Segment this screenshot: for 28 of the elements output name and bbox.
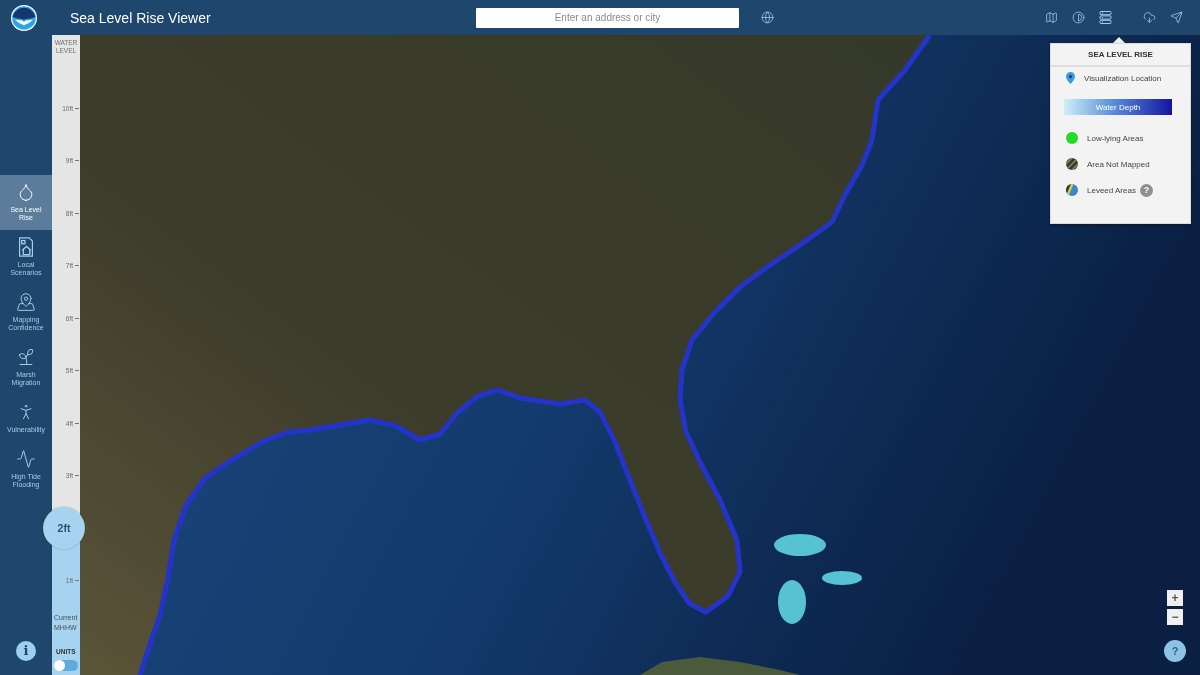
pulse-icon — [16, 449, 36, 469]
globe-icon[interactable] — [761, 11, 774, 24]
location-pin-icon — [1066, 72, 1075, 84]
contrast-icon[interactable] — [1072, 11, 1085, 24]
zoom-in-button[interactable]: + — [1167, 590, 1183, 606]
legend-label: Leveed Areas — [1087, 185, 1136, 195]
house-document-icon — [19, 237, 33, 257]
logo-icon — [11, 4, 37, 31]
help-button[interactable]: ? — [1139, 183, 1153, 197]
map-icon[interactable] — [1045, 11, 1058, 24]
hatched-circle-icon — [1066, 158, 1078, 170]
send-icon[interactable] — [1170, 11, 1183, 24]
map-pin-icon — [16, 292, 36, 312]
sprout-icon — [16, 347, 36, 367]
slider-track[interactable] — [52, 35, 80, 675]
zoom-out-button[interactable]: − — [1167, 609, 1183, 625]
info-button[interactable]: i — [16, 641, 36, 661]
legend-label: Low-lying Areas — [1087, 133, 1144, 143]
legend-label: Visualization Location — [1084, 73, 1162, 83]
units-toggle[interactable] — [54, 660, 78, 671]
app-title: Sea Level Rise Viewer — [70, 9, 211, 26]
map-drawing[interactable] — [80, 35, 1200, 675]
legend-title: SEA LEVEL RISE — [1051, 44, 1190, 67]
stacked-list-icon[interactable] — [1099, 11, 1112, 24]
search-field[interactable]: Enter an address or city — [476, 7, 739, 28]
water-depth-gradient-bar: Water Depth — [1064, 99, 1172, 115]
cloud-download-icon[interactable] — [1143, 11, 1156, 24]
legend-label: Area Not Mapped — [1087, 159, 1150, 169]
